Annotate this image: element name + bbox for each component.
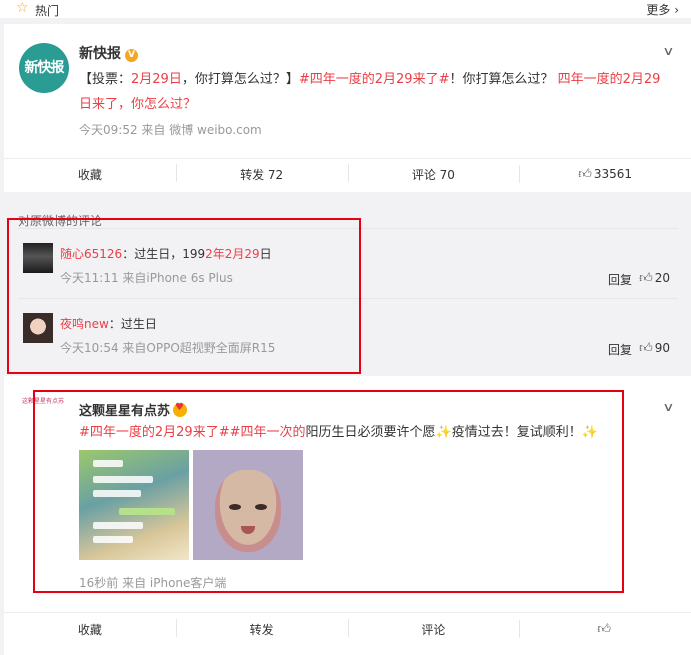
favorite-button[interactable]: 收藏 (4, 166, 176, 183)
thumbs-up-icon: 👍︎ (597, 622, 611, 637)
post-meta: 今天09:52 来自 微博 weibo.com (79, 123, 262, 137)
post-text: 【投票：2月29日，你打算怎么过？】#四年一度的2月29来了#！你打算怎么过？ … (79, 72, 661, 112)
comment-like-button[interactable]: 👍︎ 20 (639, 271, 670, 286)
repost-button[interactable]: 转发 72 (175, 164, 348, 183)
like-button[interactable]: 👍︎ (519, 620, 691, 638)
avatar[interactable]: 新快报 (19, 43, 69, 93)
hot-header: ☆ 热门 更多 › (0, 0, 691, 18)
highlight-box (33, 390, 624, 593)
chevron-down-icon[interactable]: ∨ (662, 44, 674, 58)
hot-label: 热门 (35, 4, 60, 18)
hashtag-link[interactable]: #四年一度的2月29来了# (299, 72, 450, 87)
more-link[interactable]: 更多 › (646, 1, 679, 18)
post-card-1: 新快报 新快报 V ∨ 【投票：2月29日，你打算怎么过？】#四年一度的2月29来… (4, 24, 691, 192)
thumbs-up-icon: 👍︎ (578, 167, 592, 182)
like-button[interactable]: 👍︎ 33561 (519, 165, 691, 183)
star-icon: ☆ (16, 0, 29, 16)
favorite-button[interactable]: 收藏 (4, 621, 176, 638)
chevron-down-icon[interactable]: ∨ (662, 400, 674, 414)
action-bar: 收藏 转发 评论 👍︎ (4, 612, 691, 646)
thumbs-up-icon: 👍︎ (639, 341, 653, 356)
username[interactable]: 新快报 V (79, 43, 138, 63)
thumbs-up-icon: 👍︎ (639, 271, 653, 286)
reply-button[interactable]: 回复 (608, 271, 632, 288)
action-bar: 收藏 转发 72 评论 70 👍︎ 33561 (4, 158, 691, 190)
highlight-box (7, 218, 361, 374)
comment-button[interactable]: 评论 (347, 619, 520, 638)
reply-button[interactable]: 回复 (608, 341, 632, 358)
comment-like-button[interactable]: 👍︎ 90 (639, 341, 670, 356)
verified-icon: V (125, 49, 138, 62)
comment-button[interactable]: 评论 70 (347, 164, 520, 183)
highlight-text: 2月29日 (131, 72, 182, 87)
repost-button[interactable]: 转发 (175, 619, 348, 638)
